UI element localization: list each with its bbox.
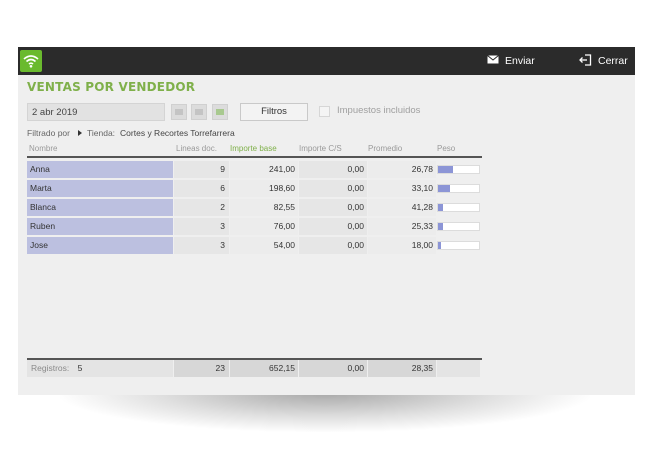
col-header-nombre[interactable]: Nombre	[29, 144, 57, 153]
app-window: Enviar Cerrar VENTAS POR VENDEDOR 2 abr …	[18, 47, 635, 395]
cell-lineas: 2	[174, 199, 229, 216]
col-header-promedio[interactable]: Promedio	[368, 144, 402, 153]
grid-view-icon[interactable]	[212, 104, 228, 120]
cell-importe-base: 82,55	[230, 199, 298, 216]
footer-registros: Registros: 5	[27, 360, 173, 377]
peso-bar-fill	[438, 223, 443, 230]
footer-importe-base: 652,15	[230, 360, 298, 377]
footer-promedio: 28,35	[368, 360, 436, 377]
peso-bar-fill	[438, 185, 451, 192]
col-header-importe-cs[interactable]: Importe C/S	[299, 144, 342, 153]
cell-importe-cs: 0,00	[299, 180, 367, 197]
filtros-button[interactable]: Filtros	[240, 103, 308, 121]
exit-icon	[579, 53, 592, 69]
cell-importe-base: 198,60	[230, 180, 298, 197]
filter-value: Cortes y Recortes Torrefarrera	[120, 128, 235, 138]
cell-nombre: Jose	[27, 237, 173, 254]
impuestos-checkbox[interactable]	[319, 106, 330, 117]
date-field[interactable]: 2 abr 2019	[27, 103, 165, 121]
registros-value: 5	[77, 363, 83, 373]
filter-summary: Filtrado por Tienda: Cortes y Recortes T…	[27, 128, 235, 138]
filter-prefix: Filtrado por	[27, 128, 70, 138]
peso-bar-fill	[438, 204, 444, 211]
page-title: VENTAS POR VENDEDOR	[27, 80, 196, 94]
enviar-label: Enviar	[505, 55, 535, 67]
cell-lineas: 9	[174, 161, 229, 178]
enviar-button[interactable]: Enviar	[487, 47, 535, 75]
footer-importe-cs: 0,00	[299, 360, 367, 377]
triangle-right-icon	[78, 130, 82, 136]
device-shadow	[60, 392, 590, 432]
cell-promedio: 18,00	[368, 237, 436, 254]
cell-promedio: 41,28	[368, 199, 436, 216]
cell-lineas: 3	[174, 218, 229, 235]
peso-bar	[437, 184, 480, 193]
filter-key: Tienda:	[87, 128, 116, 138]
peso-bar	[437, 203, 480, 212]
cell-importe-base: 76,00	[230, 218, 298, 235]
header-divider	[27, 156, 482, 158]
cell-importe-base: 54,00	[230, 237, 298, 254]
cell-importe-cs: 0,00	[299, 199, 367, 216]
peso-bar-fill	[438, 166, 454, 173]
col-header-lineas[interactable]: Lineas doc.	[176, 144, 217, 153]
cell-importe-base: 241,00	[230, 161, 298, 178]
wifi-icon[interactable]	[20, 50, 42, 72]
peso-bar	[437, 241, 480, 250]
col-header-importe-base[interactable]: Importe base	[230, 144, 277, 153]
cell-promedio: 26,78	[368, 161, 436, 178]
cell-lineas: 3	[174, 237, 229, 254]
cerrar-label: Cerrar	[598, 55, 628, 67]
cell-promedio: 25,33	[368, 218, 436, 235]
cerrar-button[interactable]: Cerrar	[579, 47, 628, 75]
cell-lineas: 6	[174, 180, 229, 197]
cell-nombre: Marta	[27, 180, 173, 197]
cell-importe-cs: 0,00	[299, 161, 367, 178]
cell-importe-cs: 0,00	[299, 218, 367, 235]
peso-bar	[437, 165, 480, 174]
footer-peso	[437, 360, 480, 377]
peso-bar-fill	[438, 242, 442, 249]
top-bar: Enviar Cerrar	[18, 47, 635, 75]
table-view-icon[interactable]	[171, 104, 187, 120]
col-header-peso[interactable]: Peso	[437, 144, 455, 153]
cell-nombre: Ruben	[27, 218, 173, 235]
peso-bar	[437, 222, 480, 231]
cell-nombre: Anna	[27, 161, 173, 178]
list-view-icon[interactable]	[191, 104, 207, 120]
cell-promedio: 33,10	[368, 180, 436, 197]
envelope-icon	[487, 55, 499, 67]
cell-importe-cs: 0,00	[299, 237, 367, 254]
cell-nombre: Blanca	[27, 199, 173, 216]
footer-lineas: 23	[174, 360, 229, 377]
registros-label: Registros:	[31, 363, 70, 373]
impuestos-label: Impuestos incluidos	[337, 105, 421, 116]
